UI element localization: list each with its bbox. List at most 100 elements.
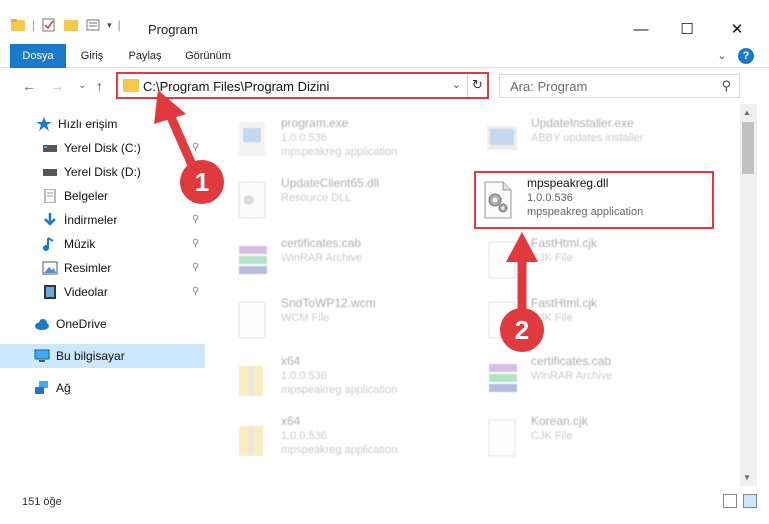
- scroll-up-icon[interactable]: ▲: [743, 108, 751, 117]
- file-item[interactable]: x64 1.0.0.536 mpspeakreg application: [235, 354, 475, 410]
- properties-icon[interactable]: [41, 18, 57, 32]
- refresh-button[interactable]: ↻: [467, 74, 487, 97]
- sidebar-item-music[interactable]: Müzik ⚲: [0, 232, 205, 256]
- search-placeholder[interactable]: Ara: Program: [510, 79, 587, 94]
- file-detail: CJK File: [531, 252, 573, 264]
- separator: |: [117, 18, 121, 32]
- file-detail: 1.0.0.536: [281, 430, 327, 442]
- step-1-badge: 1: [180, 160, 224, 204]
- tab-home[interactable]: Giriş: [74, 44, 110, 68]
- minimize-button[interactable]: —: [618, 14, 664, 44]
- view-options-icon[interactable]: [85, 18, 101, 32]
- file-name: SndToWP12.wcm: [281, 296, 376, 310]
- recent-locations-button[interactable]: ⌄: [78, 80, 86, 91]
- computer-icon: [34, 349, 50, 362]
- sidebar-item-label: Yerel Disk (C:): [64, 141, 141, 155]
- back-button[interactable]: ←: [22, 78, 36, 94]
- file-detail: WCM File: [281, 312, 330, 324]
- address-path[interactable]: C:\Program Files\Program Dizini: [143, 79, 329, 94]
- window-title: Program: [148, 22, 198, 37]
- sidebar-item-label: OneDrive: [56, 317, 107, 331]
- ribbon-tabs: Dosya Giriş Paylaş Görünüm ⌄ ?: [0, 44, 769, 68]
- search-icon[interactable]: ⚲: [721, 78, 731, 94]
- file-name: UpdateInstaller.exe: [531, 116, 634, 130]
- file-item[interactable]: certificates.cab WinRAR Archive: [235, 236, 475, 292]
- file-item[interactable]: program.exe 1.0.0.536 mpspeakreg applica…: [235, 116, 475, 172]
- file-detail: Resource DLL: [281, 192, 352, 204]
- forward-button[interactable]: →: [50, 78, 64, 94]
- tiles-view-icon[interactable]: [743, 494, 757, 508]
- file-name: certificates.cab: [531, 354, 612, 368]
- sidebar-item-this-pc[interactable]: Bu bilgisayar: [0, 344, 205, 368]
- tab-file[interactable]: Dosya: [10, 44, 66, 68]
- drive-icon: [43, 145, 57, 152]
- file-detail: CJK File: [531, 430, 573, 442]
- new-folder-icon[interactable]: [63, 18, 79, 32]
- help-icon[interactable]: ?: [738, 48, 754, 64]
- sidebar-item-disk-d[interactable]: Yerel Disk (D:) ⚲: [0, 160, 205, 184]
- sidebar-item-downloads[interactable]: İndirmeler ⚲: [0, 208, 205, 232]
- address-dropdown-icon[interactable]: ⌄: [452, 78, 461, 91]
- file-item[interactable]: UpdateInstaller.exe ABBY updates install…: [485, 116, 725, 172]
- pin-icon: ⚲: [192, 286, 200, 297]
- file-detail: 1.0.0.536: [281, 132, 327, 144]
- dll-icon: [238, 181, 266, 219]
- file-item[interactable]: FastHtml.cjk CJK File: [485, 236, 725, 292]
- sidebar-item-label: Yerel Disk (D:): [64, 165, 141, 179]
- up-button[interactable]: ↑: [96, 78, 103, 94]
- pin-icon: ⚲: [192, 238, 200, 249]
- scroll-down-icon[interactable]: ▼: [743, 473, 751, 482]
- sidebar-item-label: Belgeler: [64, 189, 109, 203]
- file-description: mpspeakreg application: [281, 384, 398, 396]
- drive-icon: [43, 169, 57, 176]
- file-item[interactable]: SndToWP12.wcm WCM File: [235, 296, 475, 352]
- file-item[interactable]: x64 1.0.0.536 mpspeakreg application: [235, 414, 475, 470]
- sidebar-item-onedrive[interactable]: OneDrive: [0, 312, 205, 336]
- tab-share[interactable]: Paylaş: [124, 44, 166, 68]
- document-icon: [44, 189, 56, 203]
- archive-icon: [239, 246, 267, 274]
- network-icon: [35, 381, 48, 394]
- file-item[interactable]: UpdateClient65.dll Resource DLL: [235, 176, 475, 232]
- close-button[interactable]: ✕: [714, 14, 760, 44]
- sidebar-item-network[interactable]: Ağ: [0, 376, 205, 400]
- file-item[interactable]: certificates.cab WinRAR Archive: [485, 354, 725, 410]
- file-item[interactable]: Korean.cjk CJK File: [485, 414, 725, 470]
- file-detail: WinRAR Archive: [281, 252, 363, 264]
- pin-icon: ⚲: [192, 262, 200, 273]
- address-bar[interactable]: C:\Program Files\Program Dizini ⌄ ↻: [116, 72, 489, 99]
- file-description: mpspeakreg application: [281, 146, 398, 158]
- sidebar-item-label: Hızlı erişim: [58, 117, 118, 131]
- search-box[interactable]: Ara: Program ⚲: [499, 74, 740, 98]
- sidebar-item-label: Ağ: [56, 381, 71, 395]
- sidebar-item-label: İndirmeler: [64, 213, 118, 227]
- vertical-scrollbar[interactable]: ▲ ▼: [740, 104, 757, 486]
- file-list: program.exe 1.0.0.536 mpspeakreg applica…: [205, 104, 740, 486]
- music-icon: [43, 237, 54, 251]
- file-name: FastHtml.cjk: [531, 296, 597, 310]
- folder-icon[interactable]: [10, 18, 26, 32]
- file-name: x64: [281, 414, 301, 428]
- target-file-highlight: [474, 171, 714, 229]
- scroll-thumb[interactable]: [742, 122, 754, 174]
- sidebar-item-videos[interactable]: Videolar ⚲: [0, 280, 205, 304]
- exe-icon: [487, 126, 517, 150]
- file-name: x64: [281, 354, 301, 368]
- blank-file-icon: [488, 419, 516, 457]
- file-name: FastHtml.cjk: [531, 236, 597, 250]
- sidebar-item-label: Resimler: [64, 261, 112, 275]
- pin-icon: ⚲: [192, 142, 200, 153]
- file-name: UpdateClient65.dll: [281, 176, 380, 190]
- sidebar-item-label: Müzik: [64, 237, 96, 251]
- qat-dropdown-icon[interactable]: ▾: [107, 20, 112, 31]
- details-view-icon[interactable]: [723, 494, 737, 508]
- tab-view[interactable]: Görünüm: [180, 44, 236, 68]
- sidebar-item-quick-access[interactable]: Hızlı erişim: [0, 112, 205, 136]
- sidebar-item-label: Videolar: [64, 285, 108, 299]
- sidebar-item-documents[interactable]: Belgeler ⚲: [0, 184, 205, 208]
- maximize-button[interactable]: ☐: [664, 14, 710, 44]
- sidebar-item-pictures[interactable]: Resimler ⚲: [0, 256, 205, 280]
- sidebar-item-disk-c[interactable]: Yerel Disk (C:) ⚲: [0, 136, 205, 160]
- file-name: Korean.cjk: [531, 414, 588, 428]
- ribbon-expand-icon[interactable]: ⌄: [714, 44, 730, 68]
